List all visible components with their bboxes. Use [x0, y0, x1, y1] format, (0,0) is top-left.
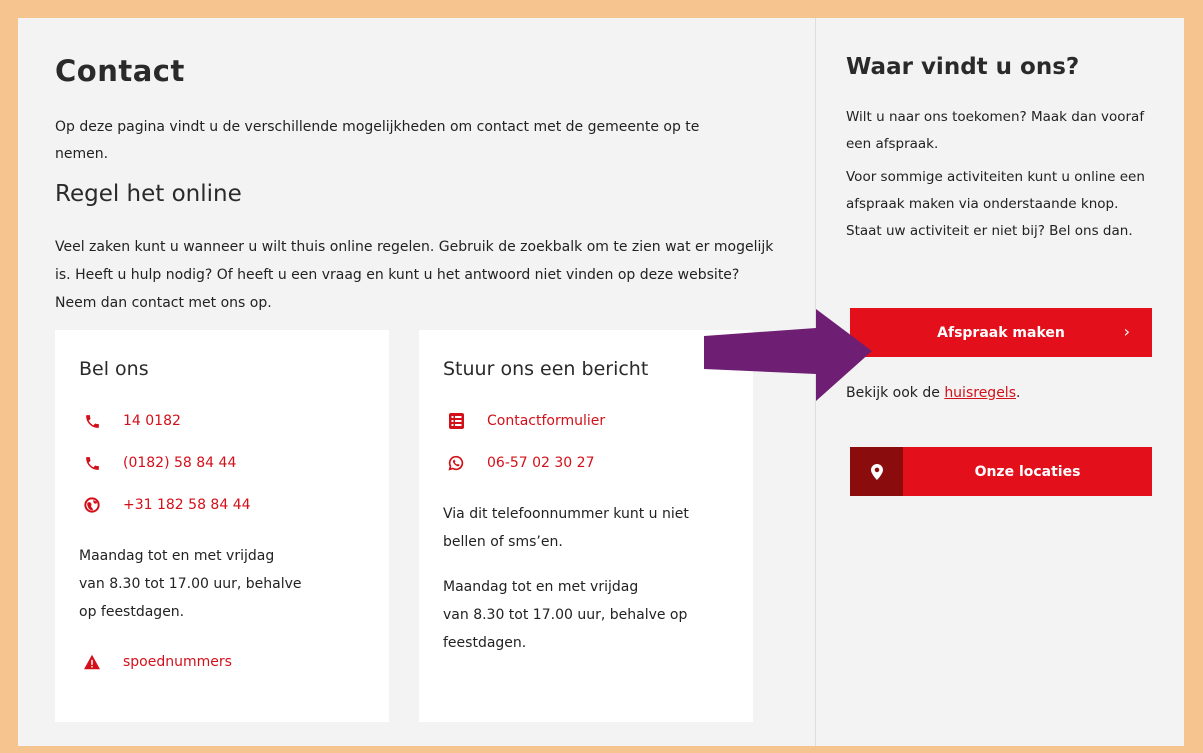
message-hours-line-1: Maandag tot en met vrijdag	[443, 579, 639, 595]
map-pin-icon	[850, 447, 903, 496]
emergency-numbers-label[interactable]: spoednummers	[123, 654, 232, 670]
contact-form-link[interactable]: Contactformulier	[447, 410, 605, 432]
phone-link-1[interactable]: 14 0182	[83, 410, 181, 432]
message-card: Stuur ons een bericht Contactformulier 0…	[419, 330, 753, 722]
phone-icon	[83, 454, 101, 472]
globe-icon	[83, 496, 101, 514]
section-text: Veel zaken kunt u wanneer u wilt thuis o…	[55, 239, 774, 311]
call-hours: Maandag tot en met vrijdag van 8.30 tot …	[79, 542, 369, 626]
chevron-right-icon: ›	[1123, 322, 1130, 341]
main-content: Contact Op deze pagina vindt u de versch…	[18, 18, 815, 746]
message-hours-line-2: van 8.30 tot 17.00 uur, behalve op feest…	[443, 607, 688, 651]
page-frame: Contact Op deze pagina vindt u de versch…	[18, 18, 1184, 746]
contact-form-label[interactable]: Contactformulier	[487, 413, 605, 429]
section-title: Regel het online	[55, 181, 242, 207]
call-hours-line-1: Maandag tot en met vrijdag	[79, 548, 275, 564]
whatsapp-link[interactable]: 06-57 02 30 27	[447, 452, 594, 474]
see-also-suffix: .	[1016, 385, 1021, 401]
phone-link-1-label[interactable]: 14 0182	[123, 413, 181, 429]
annotation-arrow-icon	[704, 309, 872, 401]
see-also-text: Bekijk ook de huisregels.	[846, 385, 1020, 401]
intro-text: Op deze pagina vindt u de verschillende …	[55, 119, 700, 162]
whatsapp-note: Via dit telefoonnummer kunt u niet belle…	[443, 506, 689, 550]
sidebar-title: Waar vindt u ons?	[846, 54, 1080, 80]
call-card-title: Bel ons	[79, 358, 149, 380]
call-hours-line-2: van 8.30 tot 17.00 uur, behalve op feest…	[79, 576, 302, 620]
whatsapp-icon	[447, 454, 465, 472]
phone-link-2[interactable]: (0182) 58 84 44	[83, 452, 236, 474]
message-card-title: Stuur ons een bericht	[443, 358, 649, 380]
emergency-numbers-link[interactable]: spoednummers	[83, 651, 232, 673]
phone-link-2-label[interactable]: (0182) 58 84 44	[123, 455, 236, 471]
appointment-button-label: Afspraak maken	[937, 324, 1065, 341]
international-phone-link[interactable]: +31 182 58 84 44	[83, 494, 251, 516]
sidebar-text-1: Wilt u naar ons toekomen? Maak dan voora…	[846, 109, 1145, 152]
locations-button[interactable]: Onze locaties	[850, 447, 1152, 496]
call-card: Bel ons 14 0182 (0182) 58 84 44 +31 182 …	[55, 330, 389, 722]
appointment-button[interactable]: Afspraak maken ›	[850, 308, 1152, 357]
house-rules-link[interactable]: huisregels	[944, 385, 1016, 401]
phone-icon	[83, 412, 101, 430]
form-icon	[447, 412, 465, 430]
sidebar-text-2: Voor sommige activiteiten kunt u online …	[846, 169, 1145, 239]
international-phone-label[interactable]: +31 182 58 84 44	[123, 497, 251, 513]
locations-button-label: Onze locaties	[974, 463, 1081, 480]
warning-icon	[83, 653, 101, 671]
message-hours: Maandag tot en met vrijdag van 8.30 tot …	[443, 573, 733, 657]
page-title: Contact	[55, 54, 185, 88]
whatsapp-number-label[interactable]: 06-57 02 30 27	[487, 455, 594, 471]
